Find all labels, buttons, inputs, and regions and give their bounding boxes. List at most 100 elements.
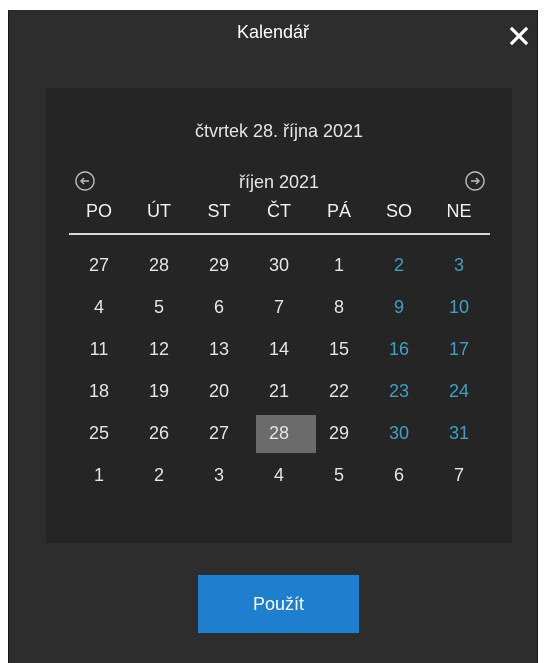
day-cell[interactable]: 6 xyxy=(369,454,429,496)
day-cell-selected[interactable]: 28 xyxy=(249,412,316,454)
apply-button[interactable]: Použít xyxy=(198,575,359,633)
weekday-label: ČT xyxy=(267,201,291,221)
day-cell[interactable]: 4 xyxy=(69,286,129,328)
day-cell[interactable]: 8 xyxy=(309,286,369,328)
day-cell[interactable]: 10 xyxy=(429,286,489,328)
day-number: 27 xyxy=(88,255,110,275)
day-number: 28 xyxy=(268,423,290,443)
day-cell[interactable]: 23 xyxy=(369,370,429,412)
next-month-button[interactable] xyxy=(464,170,486,192)
day-number: 7 xyxy=(273,297,284,317)
day-number: 13 xyxy=(208,339,230,359)
day-cell[interactable]: 2 xyxy=(369,244,429,286)
day-number: 5 xyxy=(153,297,164,317)
day-number: 30 xyxy=(388,423,410,443)
day-number: 29 xyxy=(328,423,350,443)
weekday-label: ÚT xyxy=(147,201,171,221)
day-number: 29 xyxy=(208,255,230,275)
day-cell[interactable]: 11 xyxy=(69,328,129,370)
day-number: 10 xyxy=(448,297,470,317)
weekday-label: ST xyxy=(207,201,231,221)
day-cell[interactable]: 30 xyxy=(369,412,429,454)
day-number: 8 xyxy=(333,297,344,317)
day-cell[interactable]: 17 xyxy=(429,328,489,370)
day-cell[interactable]: 22 xyxy=(309,370,369,412)
day-number: 2 xyxy=(393,255,404,275)
day-cell[interactable]: 28 xyxy=(129,244,189,286)
day-number: 7 xyxy=(453,465,464,485)
day-number: 16 xyxy=(388,339,410,359)
day-number: 9 xyxy=(393,297,404,317)
day-cell[interactable]: 27 xyxy=(69,244,129,286)
day-cell[interactable]: 30 xyxy=(249,244,309,286)
calendar-panel: čtvrtek 28. října 2021 říjen 2021 PO ÚT … xyxy=(46,88,512,543)
close-button[interactable] xyxy=(507,24,531,48)
day-number: 31 xyxy=(448,423,470,443)
day-cell[interactable]: 3 xyxy=(189,454,249,496)
day-cell[interactable]: 19 xyxy=(129,370,189,412)
day-number: 23 xyxy=(388,381,410,401)
day-cell[interactable]: 5 xyxy=(309,454,369,496)
title-bar: Kalendář xyxy=(9,10,537,58)
day-cell[interactable]: 3 xyxy=(429,244,489,286)
day-cell[interactable]: 26 xyxy=(129,412,189,454)
day-cell[interactable]: 15 xyxy=(309,328,369,370)
day-cell[interactable]: 18 xyxy=(69,370,129,412)
day-number: 19 xyxy=(148,381,170,401)
day-cell[interactable]: 20 xyxy=(189,370,249,412)
day-number: 11 xyxy=(89,339,109,359)
day-number: 15 xyxy=(328,339,350,359)
day-number: 6 xyxy=(213,297,224,317)
day-cell[interactable]: 29 xyxy=(189,244,249,286)
day-cell[interactable]: 24 xyxy=(429,370,489,412)
day-number: 1 xyxy=(333,255,344,275)
day-number: 27 xyxy=(208,423,230,443)
day-cell[interactable]: 1 xyxy=(69,454,129,496)
day-number: 17 xyxy=(448,339,470,359)
day-cell[interactable]: 27 xyxy=(189,412,249,454)
day-cell[interactable]: 1 xyxy=(309,244,369,286)
weekday-header: PO ÚT ST ČT PÁ SO NE xyxy=(69,201,489,225)
day-cell[interactable]: 16 xyxy=(369,328,429,370)
weekday-label: SO xyxy=(385,201,412,221)
day-cell[interactable]: 7 xyxy=(249,286,309,328)
day-grid: 27 28 29 30 1 2 3 4 5 6 7 8 9 10 11 12 13 14 15 16 17 18 19 20 2… xyxy=(69,244,489,496)
day-cell[interactable]: 2 xyxy=(129,454,189,496)
day-number: 2 xyxy=(153,465,164,485)
weekday-label: NE xyxy=(446,201,472,221)
month-label: říjen 2021 xyxy=(238,172,320,192)
day-number: 30 xyxy=(268,255,290,275)
selected-long-date: čtvrtek 28. října 2021 xyxy=(194,121,364,141)
weekday-divider xyxy=(69,233,490,235)
day-number: 3 xyxy=(213,465,224,485)
day-number: 26 xyxy=(148,423,170,443)
day-number: 1 xyxy=(93,465,104,485)
weekday-label: PO xyxy=(85,201,112,221)
day-cell[interactable]: 29 xyxy=(309,412,369,454)
day-number: 28 xyxy=(148,255,170,275)
day-cell[interactable]: 21 xyxy=(249,370,309,412)
day-cell[interactable]: 13 xyxy=(189,328,249,370)
day-number: 4 xyxy=(273,465,284,485)
day-number: 21 xyxy=(268,381,290,401)
day-number: 24 xyxy=(448,381,470,401)
day-number: 20 xyxy=(208,381,230,401)
day-cell[interactable]: 4 xyxy=(249,454,309,496)
day-cell[interactable]: 7 xyxy=(429,454,489,496)
day-cell[interactable]: 31 xyxy=(429,412,489,454)
weekday-label: PÁ xyxy=(326,201,351,221)
day-number: 18 xyxy=(88,381,110,401)
day-cell[interactable]: 6 xyxy=(189,286,249,328)
day-cell[interactable]: 9 xyxy=(369,286,429,328)
day-cell[interactable]: 12 xyxy=(129,328,189,370)
day-cell[interactable]: 14 xyxy=(249,328,309,370)
day-cell[interactable]: 5 xyxy=(129,286,189,328)
day-number: 12 xyxy=(148,339,170,359)
day-number: 6 xyxy=(393,465,404,485)
day-cell[interactable]: 25 xyxy=(69,412,129,454)
day-number: 3 xyxy=(453,255,464,275)
day-number: 5 xyxy=(333,465,344,485)
window-title: Kalendář xyxy=(236,22,310,42)
day-number: 4 xyxy=(93,297,104,317)
calendar-window: Kalendář čtvrtek 28. října 2021 říjen 20… xyxy=(8,10,538,663)
